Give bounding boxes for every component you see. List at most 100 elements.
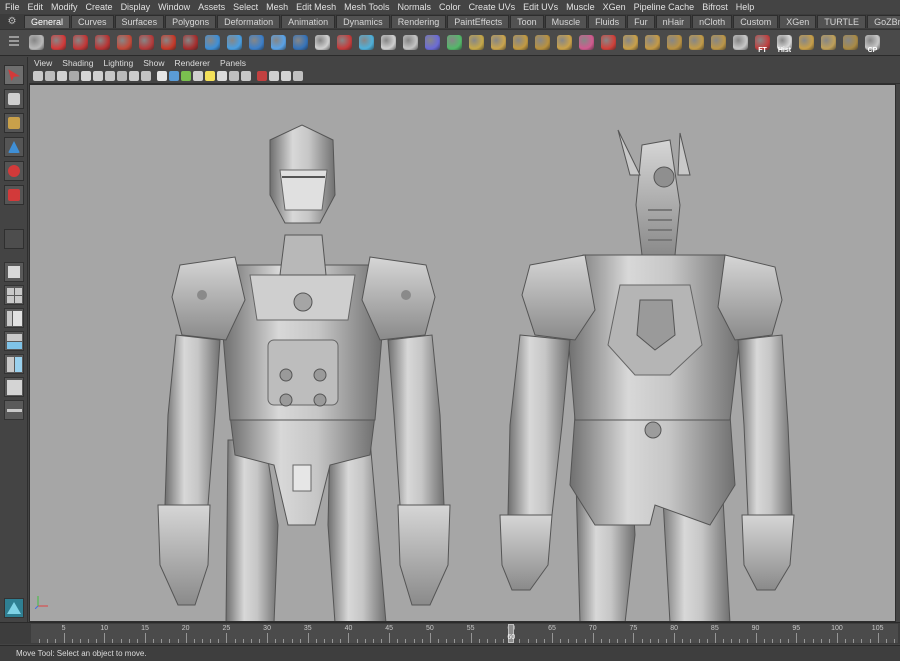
menu-edit-uvs[interactable]: Edit UVs — [519, 0, 562, 14]
checker-icon[interactable] — [510, 32, 531, 53]
shelf-tab-custom[interactable]: Custom — [733, 15, 779, 28]
uv-layout-icon[interactable] — [796, 32, 817, 53]
render-ipr-icon[interactable] — [92, 32, 113, 53]
menu-window[interactable]: Window — [154, 0, 194, 14]
panel-menu-shading[interactable]: Shading — [57, 57, 98, 69]
panel-icon[interactable] — [708, 32, 729, 53]
material-red-icon[interactable] — [180, 32, 201, 53]
menu-edit[interactable]: Edit — [24, 0, 48, 14]
paint-weights-icon[interactable] — [290, 32, 311, 53]
joint-tool-icon[interactable] — [224, 32, 245, 53]
lasso-tool-icon[interactable] — [4, 89, 24, 109]
perspective-viewport[interactable] — [29, 84, 896, 622]
select-tool-icon[interactable] — [4, 65, 24, 85]
layout-persp-graph-button[interactable] — [4, 331, 24, 351]
grid-toggle-icon[interactable] — [81, 71, 91, 81]
layout-uv-editor-button[interactable] — [4, 377, 24, 397]
move-tool-icon[interactable] — [4, 137, 24, 157]
shelf-tab-muscle[interactable]: Muscle — [544, 15, 588, 28]
ambient-occlusion-icon[interactable] — [229, 71, 239, 81]
menu-assets[interactable]: Assets — [194, 0, 229, 14]
shelf-tab-turtle[interactable]: TURTLE — [817, 15, 867, 28]
layout-custom-button[interactable] — [4, 400, 24, 420]
graph-editor-icon[interactable] — [312, 32, 333, 53]
mesh-tile-icon[interactable] — [554, 32, 575, 53]
gate-mask-icon[interactable] — [117, 71, 127, 81]
shelf-tab-deformation[interactable]: Deformation — [217, 15, 281, 28]
shelf-tab-curves[interactable]: Curves — [71, 15, 114, 28]
panel-menu-lighting[interactable]: Lighting — [98, 57, 138, 69]
textured-icon[interactable] — [193, 71, 203, 81]
center-pivot-icon[interactable]: CP — [862, 32, 883, 54]
ik-handle-icon[interactable] — [246, 32, 267, 53]
motion-blur-icon[interactable] — [241, 71, 251, 81]
sphere-blue-icon[interactable] — [202, 32, 223, 53]
paint-select-tool-icon[interactable] — [4, 113, 24, 133]
layout-single-perspective-button[interactable] — [4, 262, 24, 282]
render-region-icon[interactable] — [114, 32, 135, 53]
cube-stack-icon[interactable] — [686, 32, 707, 53]
lattice-icon[interactable] — [422, 32, 443, 53]
shelf-menu-grip-icon[interactable] — [9, 34, 19, 52]
film-camera-icon[interactable] — [26, 32, 47, 53]
camera-attributes-icon[interactable] — [45, 71, 55, 81]
help-question-icon[interactable] — [48, 32, 69, 53]
layout-four-view-button[interactable] — [4, 285, 24, 305]
shelf-options-gear-icon[interactable]: ⚙ — [5, 16, 19, 27]
use-all-lights-icon[interactable] — [205, 71, 215, 81]
wrench-icon[interactable] — [730, 32, 751, 53]
slab-icon[interactable] — [664, 32, 685, 53]
cube-split-icon[interactable] — [642, 32, 663, 53]
genji-model-back[interactable] — [499, 129, 795, 622]
shelf-tab-rendering[interactable]: Rendering — [390, 15, 447, 28]
shelf-tab-nhair[interactable]: nHair — [655, 15, 692, 28]
last-tool-used-slot[interactable] — [4, 229, 24, 249]
history-icon[interactable]: Hist — [774, 32, 795, 54]
menu-mesh-tools[interactable]: Mesh Tools — [340, 0, 393, 14]
genji-model-front[interactable] — [157, 124, 451, 622]
pyramid-icon[interactable] — [576, 32, 597, 53]
xray-icon[interactable] — [269, 71, 279, 81]
node-editor-icon[interactable] — [334, 32, 355, 53]
wireframe-on-shaded-icon[interactable] — [181, 71, 191, 81]
menu-file[interactable]: File — [0, 0, 24, 14]
shelf-tab-general[interactable]: General — [24, 15, 71, 28]
shelf-tab-gozbrush[interactable]: GoZBrush — [867, 15, 900, 28]
rotate-tool-icon[interactable] — [4, 161, 24, 181]
shelf-tab-fluids[interactable]: Fluids — [588, 15, 627, 28]
panel-menu-view[interactable]: View — [29, 57, 57, 69]
cluster-icon[interactable] — [444, 32, 465, 53]
safe-action-icon[interactable] — [141, 71, 151, 81]
shelf-tab-polygons[interactable]: Polygons — [165, 15, 217, 28]
menu-color[interactable]: Color — [435, 0, 465, 14]
menu-muscle[interactable]: Muscle — [562, 0, 599, 14]
slab-dark-icon[interactable] — [840, 32, 861, 53]
shelf-tab-dynamics[interactable]: Dynamics — [336, 15, 390, 28]
shelf-tab-animation[interactable]: Animation — [281, 15, 336, 28]
render-teapot-icon[interactable] — [70, 32, 91, 53]
shelf-tab-fur[interactable]: Fur — [627, 15, 655, 28]
skin-bind-icon[interactable] — [268, 32, 289, 53]
menu-display[interactable]: Display — [117, 0, 155, 14]
scale-tool-icon[interactable] — [4, 185, 24, 205]
bookmark-icon[interactable] — [57, 71, 67, 81]
poly-plane-icon[interactable] — [488, 32, 509, 53]
cube-flat-icon[interactable] — [818, 32, 839, 53]
menu-bifrost[interactable]: Bifrost — [698, 0, 732, 14]
panel-menu-panels[interactable]: Panels — [215, 57, 251, 69]
shelf-tab-painteffects[interactable]: PaintEffects — [447, 15, 510, 28]
panel-menu-show[interactable]: Show — [138, 57, 169, 69]
turtle-logo-icon[interactable] — [4, 598, 24, 618]
layout-hypershade-button[interactable] — [4, 354, 24, 374]
shelf-tab-toon[interactable]: Toon — [510, 15, 544, 28]
wireframe-icon[interactable] — [157, 71, 167, 81]
cone-red-icon[interactable] — [598, 32, 619, 53]
menu-edit-mesh[interactable]: Edit Mesh — [292, 0, 340, 14]
layout-persp-outliner-button[interactable] — [4, 308, 24, 328]
menu-select[interactable]: Select — [229, 0, 262, 14]
shadows-icon[interactable] — [217, 71, 227, 81]
menu-normals[interactable]: Normals — [394, 0, 436, 14]
xray-joints-icon[interactable] — [281, 71, 291, 81]
shelf-tab-surfaces[interactable]: Surfaces — [114, 15, 165, 28]
image-plane-icon[interactable] — [69, 71, 79, 81]
